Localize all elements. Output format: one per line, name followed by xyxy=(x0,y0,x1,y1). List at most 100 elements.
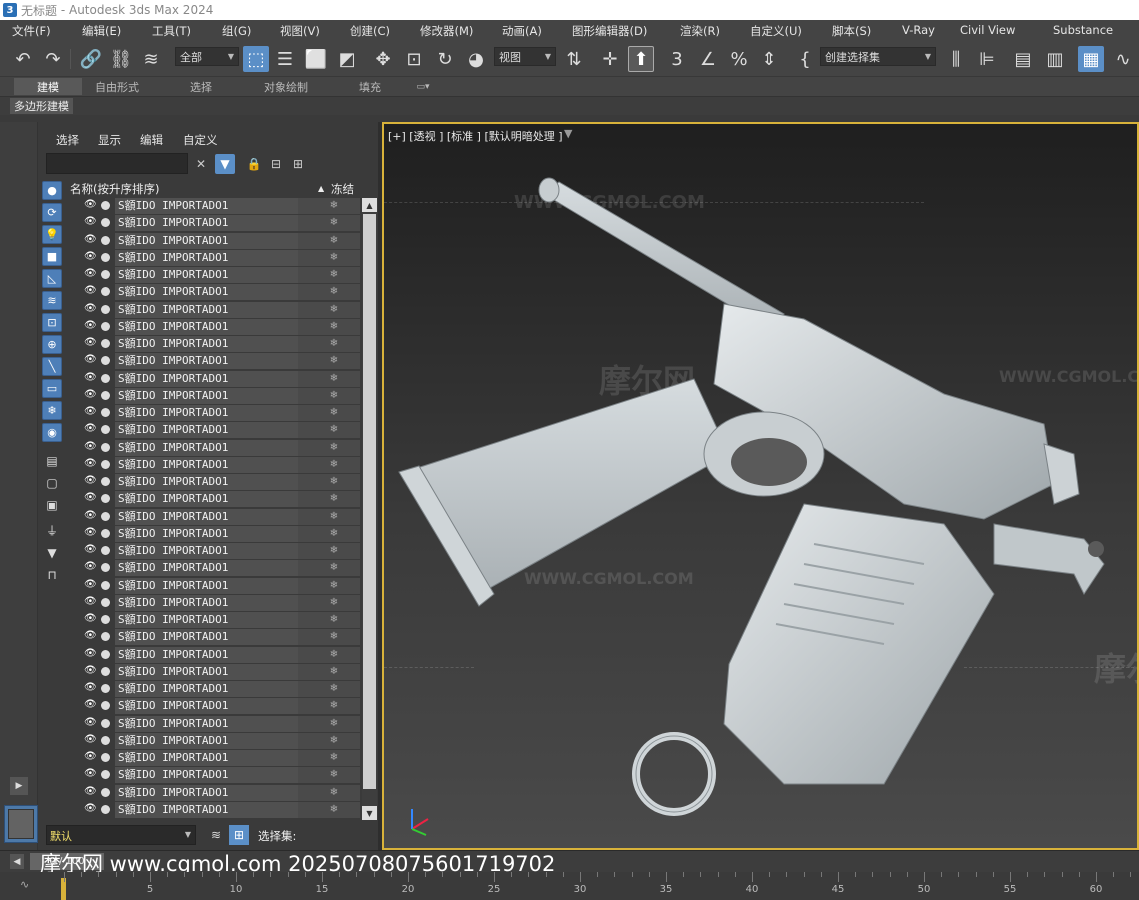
list-item[interactable]: 👁 S額IDO IMPORTADO1 ❄ xyxy=(68,629,360,646)
visibility-eye-icon[interactable]: 👁 xyxy=(84,665,97,676)
undo-icon[interactable]: ↶ xyxy=(10,46,36,72)
render-dot-icon[interactable] xyxy=(101,356,110,366)
list-item[interactable]: 👁 S額IDO IMPORTADO1 ❄ xyxy=(68,284,360,301)
freeze-icon[interactable]: ❄ xyxy=(298,750,360,766)
render-dot-icon[interactable] xyxy=(101,770,110,780)
visibility-eye-icon[interactable]: 👁 xyxy=(84,786,97,797)
cameras-filter-icon[interactable]: ■ xyxy=(42,247,62,266)
visibility-eye-icon[interactable]: 👁 xyxy=(84,441,97,452)
spacewarps-filter-icon[interactable]: ≋ xyxy=(42,291,62,310)
visibility-eye-icon[interactable]: 👁 xyxy=(84,561,97,572)
xrefs-filter-icon[interactable]: ⊕ xyxy=(42,335,62,354)
render-dot-icon[interactable] xyxy=(101,339,110,348)
render-dot-icon[interactable] xyxy=(101,735,110,745)
object-name[interactable]: S額IDO IMPORTADO1 xyxy=(115,439,298,456)
list-item[interactable]: 👁 S額IDO IMPORTADO1 ❄ xyxy=(68,525,360,543)
visibility-eye-icon[interactable]: 👁 xyxy=(84,510,97,521)
render-dot-icon[interactable] xyxy=(101,425,110,435)
list-item[interactable]: 👁 S額IDO IMPORTADO1 ❄ xyxy=(68,577,360,595)
list-item[interactable]: 👁 S額IDO IMPORTADO1 ❄ xyxy=(68,646,360,664)
visibility-eye-icon[interactable]: 👁 xyxy=(84,475,97,486)
scale-icon[interactable]: ◕ xyxy=(463,46,489,72)
render-dot-icon[interactable] xyxy=(101,390,110,400)
freeze-icon[interactable]: ❄ xyxy=(298,215,360,232)
freeze-icon[interactable]: ❄ xyxy=(298,267,360,283)
visibility-eye-icon[interactable]: 👁 xyxy=(84,734,97,745)
render-dot-icon[interactable] xyxy=(101,580,110,590)
menu-create[interactable]: 创建(C) xyxy=(350,23,390,39)
object-name[interactable]: S額IDO IMPORTADO1 xyxy=(115,387,298,404)
list-item[interactable]: 👁 S額IDO IMPORTADO1 ❄ xyxy=(68,456,360,474)
lights-filter-icon[interactable]: 💡 xyxy=(42,225,62,244)
se-menu-display[interactable]: 显示 xyxy=(98,132,121,148)
scroll-thumb[interactable] xyxy=(363,214,376,789)
viewport-filter-icon[interactable]: ▼ xyxy=(564,127,572,140)
angle-snap-icon[interactable]: ∠ xyxy=(695,46,721,72)
scene-explorer-toggle-icon[interactable]: ▦ xyxy=(1078,46,1104,72)
render-dot-icon[interactable] xyxy=(101,546,110,555)
scroll-down-icon[interactable]: ▼ xyxy=(362,806,377,820)
render-dot-icon[interactable] xyxy=(101,287,110,297)
menu-tools[interactable]: 工具(T) xyxy=(152,23,191,39)
object-name[interactable]: S額IDO IMPORTADO1 xyxy=(115,474,298,490)
filter-icon[interactable]: ▼ xyxy=(42,543,62,562)
bind-spacewarp-icon[interactable]: ≋ xyxy=(138,46,164,72)
find-filter-icon[interactable]: ▼ xyxy=(215,154,235,174)
hidden-filter-icon[interactable]: ◉ xyxy=(42,423,62,442)
object-name[interactable]: S額IDO IMPORTADO1 xyxy=(115,405,298,421)
list-item[interactable]: 👁 S額IDO IMPORTADO1 ❄ xyxy=(68,232,360,250)
list-item[interactable]: 👁 S額IDO IMPORTADO1 ❄ xyxy=(68,474,360,491)
render-dot-icon[interactable] xyxy=(101,252,110,262)
menu-civil-view[interactable]: Civil View xyxy=(960,23,1015,37)
object-name[interactable]: S額IDO IMPORTADO1 xyxy=(115,301,298,318)
object-name[interactable]: S額IDO IMPORTADO1 xyxy=(115,284,298,301)
list-item[interactable]: 👁 S額IDO IMPORTADO1 ❄ xyxy=(68,663,360,681)
list-item[interactable]: 👁 S額IDO IMPORTADO1 ❄ xyxy=(68,267,360,284)
freeze-icon[interactable]: ❄ xyxy=(298,646,360,663)
menu-vray[interactable]: V-Ray xyxy=(902,23,935,37)
menu-file[interactable]: 文件(F) xyxy=(12,23,51,39)
render-dot-icon[interactable] xyxy=(101,477,110,486)
visibility-eye-icon[interactable]: 👁 xyxy=(84,613,97,624)
list-item[interactable]: 👁 S額IDO IMPORTADO1 ❄ xyxy=(68,336,360,353)
list-item[interactable]: 👁 S額IDO IMPORTADO1 ❄ xyxy=(68,198,360,215)
snap-icon[interactable]: 3 xyxy=(664,46,690,72)
object-name[interactable]: S額IDO IMPORTADO1 xyxy=(115,681,298,697)
list-item[interactable]: 👁 S額IDO IMPORTADO1 ❄ xyxy=(68,318,360,336)
visibility-eye-icon[interactable]: 👁 xyxy=(84,303,97,314)
freeze-icon[interactable]: ❄ xyxy=(298,801,360,818)
visibility-eye-icon[interactable]: 👁 xyxy=(84,354,97,365)
visibility-eye-icon[interactable]: 👁 xyxy=(84,492,97,503)
render-dot-icon[interactable] xyxy=(101,218,110,228)
align-icon[interactable]: ⊫ xyxy=(974,46,1000,72)
visibility-eye-icon[interactable]: 👁 xyxy=(84,579,97,590)
visibility-eye-icon[interactable]: 👁 xyxy=(84,320,97,331)
bones-filter-icon[interactable]: ╲ xyxy=(42,357,62,376)
render-dot-icon[interactable] xyxy=(101,408,110,417)
shapes-filter-icon[interactable]: ⟳ xyxy=(42,203,62,222)
list-item[interactable]: 👁 S額IDO IMPORTADO1 ❄ xyxy=(68,249,360,267)
list-item[interactable]: 👁 S額IDO IMPORTADO1 ❄ xyxy=(68,370,360,388)
freeze-icon[interactable]: ❄ xyxy=(298,353,360,370)
visibility-eye-icon[interactable]: 👁 xyxy=(84,648,97,659)
menu-customize[interactable]: 自定义(U) xyxy=(750,23,802,39)
render-dot-icon[interactable] xyxy=(101,270,110,279)
clear-search-icon[interactable]: ✕ xyxy=(191,154,211,174)
list-item[interactable]: 👁 S額IDO IMPORTADO1 ❄ xyxy=(68,422,360,439)
freeze-icon[interactable]: ❄ xyxy=(298,232,360,249)
object-name[interactable]: S額IDO IMPORTADO1 xyxy=(115,370,298,387)
render-dot-icon[interactable] xyxy=(101,235,110,245)
visibility-eye-icon[interactable]: 👁 xyxy=(84,596,97,607)
tab-modeling[interactable]: 建模 xyxy=(14,78,82,95)
freeze-icon[interactable]: ❄ xyxy=(298,439,360,456)
time-prev-icon[interactable]: ◀ xyxy=(10,854,24,869)
select-rotate-icon[interactable]: ⊡ xyxy=(401,46,427,72)
list-item[interactable]: 👁 S額IDO IMPORTADO1 ❄ xyxy=(68,681,360,698)
freeze-icon[interactable]: ❄ xyxy=(298,301,360,318)
object-name[interactable]: S額IDO IMPORTADO1 xyxy=(115,732,298,749)
object-name[interactable]: S額IDO IMPORTADO1 xyxy=(115,336,298,352)
object-name[interactable]: S額IDO IMPORTADO1 xyxy=(115,646,298,663)
visibility-eye-icon[interactable]: 👁 xyxy=(84,423,97,434)
render-dot-icon[interactable] xyxy=(101,442,110,452)
render-dot-icon[interactable] xyxy=(101,321,110,331)
